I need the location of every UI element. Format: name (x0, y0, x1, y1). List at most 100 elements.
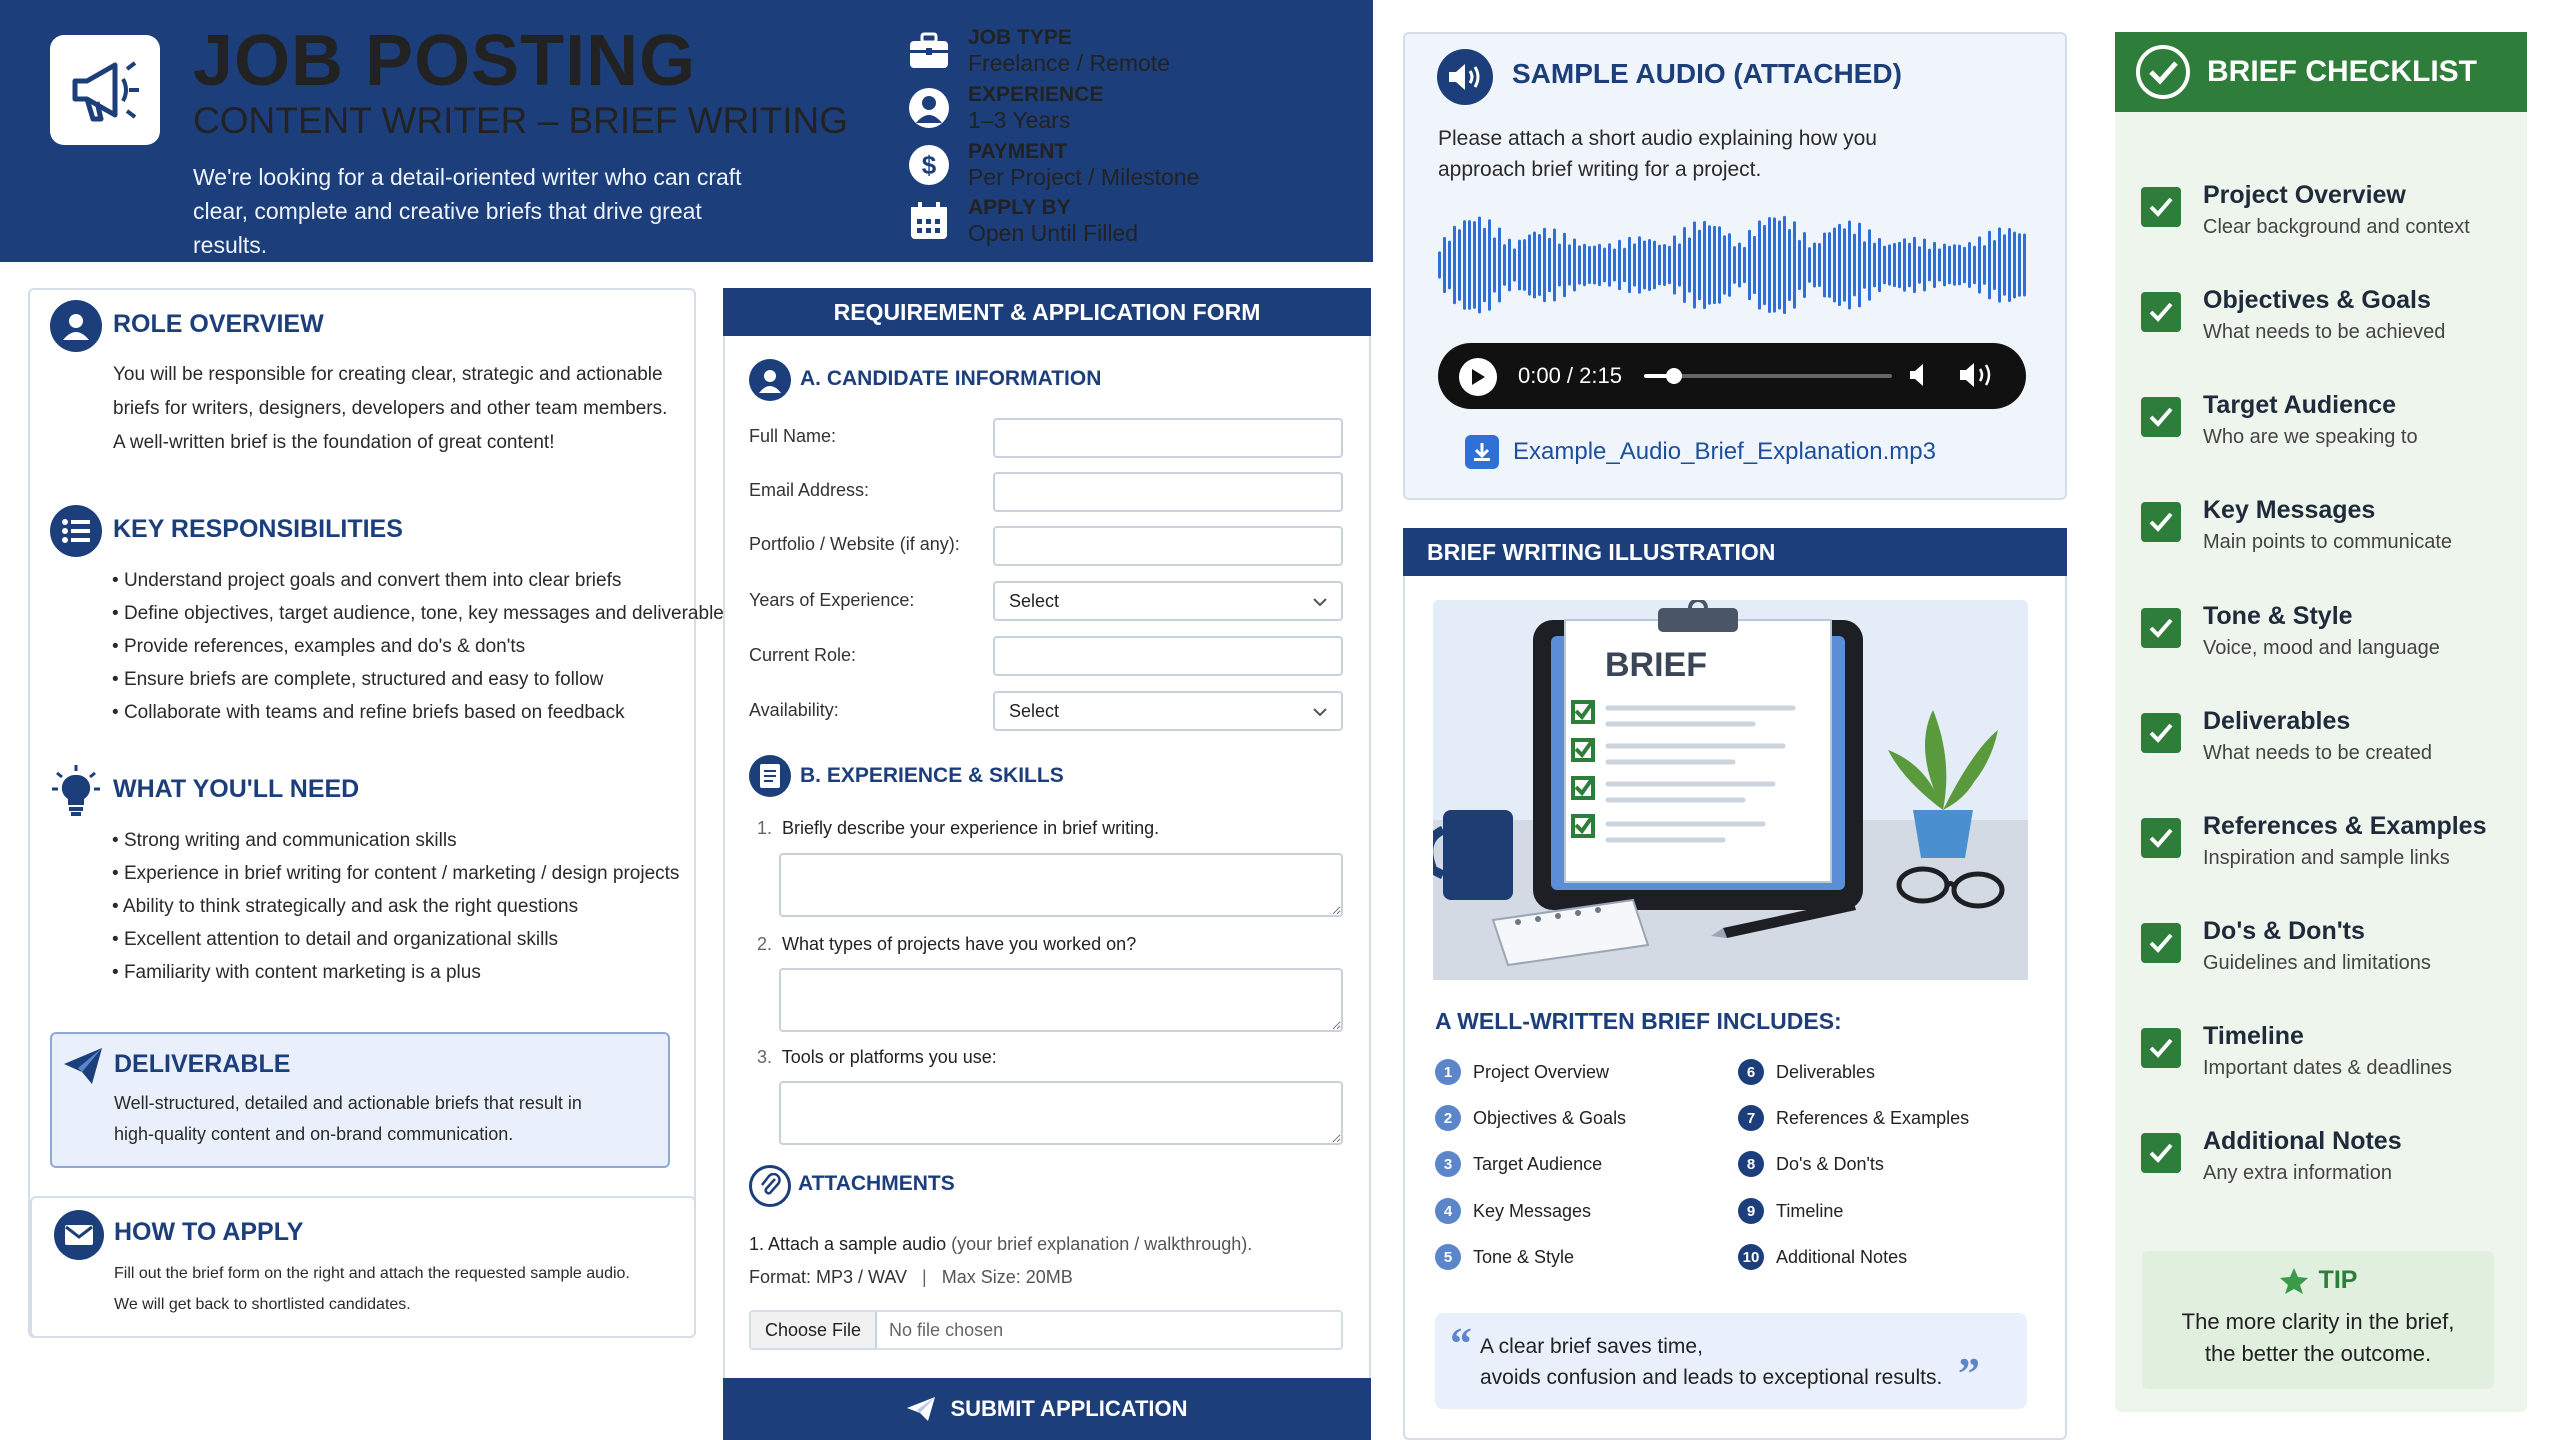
checkbox-checked[interactable] (2141, 292, 2181, 332)
checklist-item-title: References & Examples (2203, 812, 2487, 840)
waveform-bar (2003, 234, 2006, 296)
list-item: Collaborate with teams and refine briefs… (112, 696, 733, 729)
question-3-textarea[interactable] (779, 1081, 1343, 1145)
waveform (1438, 215, 2026, 315)
envelope-icon (54, 1210, 104, 1260)
list-item: 8 Do's & Don'ts (1738, 1151, 1884, 1177)
waveform-bar (1503, 244, 1506, 286)
list-item: Ability to think strategically and ask t… (112, 890, 679, 923)
waveform-bar (1548, 237, 1551, 293)
years-select[interactable]: Select (993, 581, 1343, 621)
waveform-bar (1883, 245, 1886, 285)
section-a-title: A. CANDIDATE INFORMATION (800, 367, 1102, 390)
checklist-item-title: Tone & Style (2203, 602, 2353, 630)
full-name-input[interactable] (993, 418, 1343, 458)
waveform-bar (2018, 233, 2021, 297)
volume-icon[interactable] (1958, 361, 1998, 394)
waveform-bar (1778, 220, 1781, 310)
waveform-bar (1668, 245, 1671, 285)
meta-job-type: JOB TYPE Freelance / Remote (908, 26, 1170, 76)
list-item: Ensure briefs are complete, structured a… (112, 663, 733, 696)
waveform-bar (1678, 243, 1681, 287)
audio-progress-handle[interactable] (1665, 368, 1682, 384)
question-3: 3. Tools or platforms you use: (757, 1047, 997, 1067)
waveform-bar (1828, 232, 1831, 298)
waveform-bar (1628, 236, 1631, 294)
waveform-bar (1763, 224, 1766, 306)
audio-file-link[interactable]: Example_Audio_Brief_Explanation.mp3 (1513, 438, 1936, 466)
waveform-bar (1728, 233, 1731, 297)
play-button[interactable] (1459, 358, 1497, 396)
header-description: We're looking for a detail-oriented writ… (193, 164, 742, 258)
waveform-bar (1463, 220, 1466, 310)
waveform-bar (1863, 241, 1866, 289)
checklist-item-subtitle: Important dates & deadlines (2203, 1057, 2453, 1079)
checklist-item-title: Key Messages (2203, 496, 2376, 524)
chevron-down-icon (1313, 701, 1327, 722)
what-youll-need-title: WHAT YOU'LL NEED (113, 775, 360, 803)
waveform-bar (1598, 243, 1601, 287)
waveform-bar (1903, 238, 1906, 292)
checkbox-checked[interactable] (2141, 1028, 2181, 1068)
waveform-bar (1893, 242, 1896, 288)
waveform-bar (1753, 235, 1756, 295)
waveform-bar (1938, 248, 1941, 282)
checkbox-checked[interactable] (2141, 923, 2181, 963)
waveform-bar (1648, 238, 1651, 292)
waveform-bar (1923, 238, 1926, 292)
waveform-bar (1968, 242, 1971, 288)
paperclip-icon (749, 1165, 791, 1207)
email-input[interactable] (993, 472, 1343, 512)
waveform-bar (1473, 221, 1476, 309)
waveform-bar (2023, 233, 2026, 297)
waveform-bar (1488, 219, 1491, 311)
submit-application-button[interactable]: SUBMIT APPLICATION (723, 1378, 1371, 1440)
availability-select[interactable]: Select (993, 691, 1343, 731)
waveform-bar (1963, 246, 1966, 284)
waveform-bar (1443, 236, 1446, 294)
waveform-bar (1723, 235, 1726, 295)
checkbox-checked[interactable] (2141, 608, 2181, 648)
page-subtitle: CONTENT WRITER – BRIEF WRITING (193, 100, 849, 141)
key-responsibilities-title: KEY RESPONSIBILITIES (113, 515, 403, 543)
needs-list: Strong writing and communication skills … (112, 824, 680, 989)
checklist-item-subtitle: Any extra information (2203, 1162, 2392, 1184)
mute-icon[interactable] (1909, 363, 1931, 392)
waveform-bar (1653, 240, 1656, 290)
waveform-bar (1948, 245, 1951, 285)
current-role-input[interactable] (993, 636, 1343, 676)
waveform-bar (1438, 251, 1441, 279)
waveform-bar (1663, 243, 1666, 287)
checkbox-checked[interactable] (2141, 713, 2181, 753)
audio-time: 0:00 / 2:15 (1518, 363, 1622, 388)
checkbox-checked[interactable] (2141, 502, 2181, 542)
download-icon[interactable] (1465, 435, 1499, 469)
checkbox-checked[interactable] (2141, 397, 2181, 437)
board-text: BRIEF (1605, 646, 1707, 684)
waveform-bar (1558, 243, 1561, 287)
waveform-bar (1848, 220, 1851, 310)
current-role-label: Current Role: (749, 645, 857, 665)
waveform-bar (1998, 227, 2001, 303)
checkbox-checked[interactable] (2141, 1133, 2181, 1173)
section-b-title: B. EXPERIENCE & SKILLS (800, 764, 1064, 787)
speaker-icon (1437, 49, 1493, 105)
user-icon (908, 87, 950, 129)
portfolio-input[interactable] (993, 526, 1343, 566)
list-item: 5 Tone & Style (1435, 1244, 1574, 1270)
responsibilities-list: Understand project goals and convert the… (112, 564, 733, 729)
waveform-bar (1583, 243, 1586, 287)
choose-file-button[interactable]: Choose File (751, 1312, 878, 1348)
checkbox-checked[interactable] (2141, 187, 2181, 227)
open-quote-icon: “ (1450, 1319, 1472, 1368)
question-2-textarea[interactable] (779, 968, 1343, 1032)
waveform-bar (1673, 235, 1676, 295)
checkbox-checked[interactable] (2141, 818, 2181, 858)
waveform-bar (1748, 229, 1751, 301)
waveform-bar (1508, 238, 1511, 292)
attach-format: Format: MP3 / WAV | Max Size: 20MB (749, 1267, 1073, 1287)
no-file-text: No file chosen (889, 1319, 1004, 1340)
audio-progress-track[interactable] (1644, 368, 1892, 384)
question-1-textarea[interactable] (779, 853, 1343, 917)
waveform-bar (1908, 242, 1911, 288)
